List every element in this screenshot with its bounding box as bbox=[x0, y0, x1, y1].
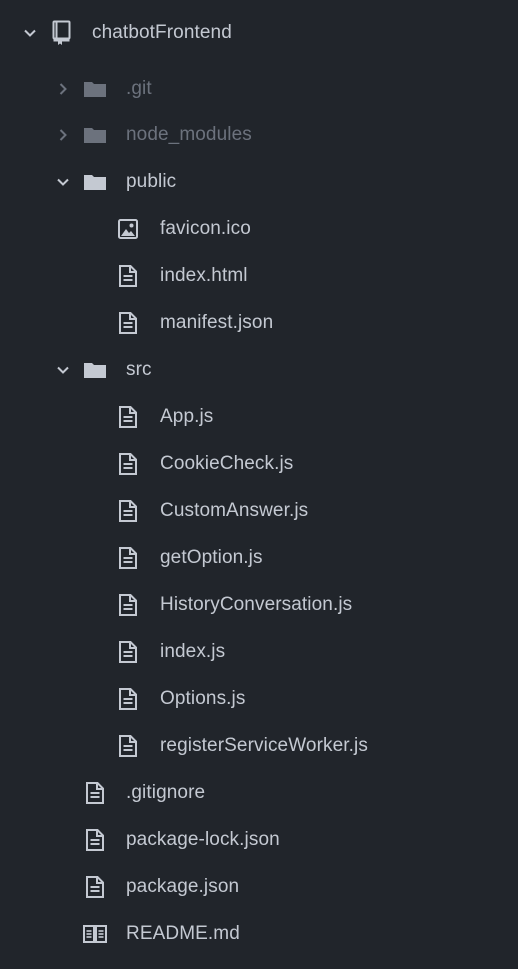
file-icon bbox=[117, 677, 139, 721]
tree-item-label: .gitignore bbox=[126, 782, 206, 803]
tree-item-label: package-lock.json bbox=[126, 829, 280, 850]
file-icon bbox=[117, 301, 139, 345]
tree-item-label: Options.js bbox=[160, 688, 246, 709]
tree-item-label: src bbox=[126, 359, 152, 380]
chevron-right-icon[interactable] bbox=[56, 113, 70, 157]
tree-root-chatbotfrontend[interactable]: chatbotFrontend bbox=[0, 11, 518, 55]
tree-folder-git[interactable]: .git bbox=[0, 67, 518, 111]
tree-file-favicon-ico[interactable]: favicon.ico bbox=[0, 207, 518, 251]
file-icon bbox=[84, 771, 106, 815]
tree-item-label: HistoryConversation.js bbox=[160, 594, 353, 615]
file-icon bbox=[84, 865, 106, 909]
tree-file-getoption-js[interactable]: getOption.js bbox=[0, 536, 518, 580]
tree-file-app-js[interactable]: App.js bbox=[0, 395, 518, 439]
image-file-icon bbox=[117, 207, 139, 251]
tree-file-gitignore[interactable]: .gitignore bbox=[0, 771, 518, 815]
tree-file-manifest-json[interactable]: manifest.json bbox=[0, 301, 518, 345]
tree-item-label: manifest.json bbox=[160, 312, 274, 333]
tree-item-label: package.json bbox=[126, 876, 240, 897]
project-tree: chatbotFrontend .git node_modules public bbox=[0, 0, 518, 969]
tree-item-label: .git bbox=[126, 78, 152, 99]
folder-icon bbox=[84, 348, 106, 392]
tree-item-label: App.js bbox=[160, 406, 214, 427]
file-icon bbox=[117, 583, 139, 627]
tree-item-label: public bbox=[126, 171, 177, 192]
tree-file-customanswer-js[interactable]: CustomAnswer.js bbox=[0, 489, 518, 533]
chevron-down-icon[interactable] bbox=[56, 160, 70, 204]
chevron-down-icon[interactable] bbox=[23, 11, 37, 55]
tree-file-package-json[interactable]: package.json bbox=[0, 865, 518, 909]
chevron-right-icon[interactable] bbox=[56, 67, 70, 111]
tree-folder-src[interactable]: src bbox=[0, 348, 518, 392]
file-icon bbox=[117, 395, 139, 439]
tree-file-readme-md[interactable]: README.md bbox=[0, 912, 518, 956]
repo-icon bbox=[50, 11, 72, 55]
file-icon bbox=[117, 536, 139, 580]
folder-icon bbox=[84, 160, 106, 204]
tree-file-historyconversation-js[interactable]: HistoryConversation.js bbox=[0, 583, 518, 627]
tree-item-label: index.js bbox=[160, 641, 226, 662]
tree-item-label: favicon.ico bbox=[160, 218, 251, 239]
tree-file-cookiecheck-js[interactable]: CookieCheck.js bbox=[0, 442, 518, 486]
tree-file-options-js[interactable]: Options.js bbox=[0, 677, 518, 721]
tree-file-index-html[interactable]: index.html bbox=[0, 254, 518, 298]
tree-file-index-js[interactable]: index.js bbox=[0, 630, 518, 674]
file-icon bbox=[117, 442, 139, 486]
folder-icon bbox=[84, 67, 106, 111]
file-icon bbox=[117, 630, 139, 674]
tree-item-label: node_modules bbox=[126, 124, 252, 145]
tree-item-label: CookieCheck.js bbox=[160, 453, 294, 474]
file-icon bbox=[117, 254, 139, 298]
tree-root-label: chatbotFrontend bbox=[92, 22, 232, 43]
tree-item-label: CustomAnswer.js bbox=[160, 500, 309, 521]
file-icon bbox=[117, 724, 139, 768]
tree-file-package-lock-json[interactable]: package-lock.json bbox=[0, 818, 518, 862]
tree-file-registerserviceworker-js[interactable]: registerServiceWorker.js bbox=[0, 724, 518, 768]
file-icon bbox=[84, 818, 106, 862]
book-icon bbox=[82, 912, 108, 956]
tree-item-label: README.md bbox=[126, 923, 240, 944]
tree-folder-node-modules[interactable]: node_modules bbox=[0, 113, 518, 157]
tree-item-label: getOption.js bbox=[160, 547, 263, 568]
chevron-down-icon[interactable] bbox=[56, 348, 70, 392]
tree-folder-public[interactable]: public bbox=[0, 160, 518, 204]
tree-item-label: registerServiceWorker.js bbox=[160, 735, 368, 756]
file-icon bbox=[117, 489, 139, 533]
tree-item-label: index.html bbox=[160, 265, 248, 286]
folder-icon bbox=[84, 113, 106, 157]
